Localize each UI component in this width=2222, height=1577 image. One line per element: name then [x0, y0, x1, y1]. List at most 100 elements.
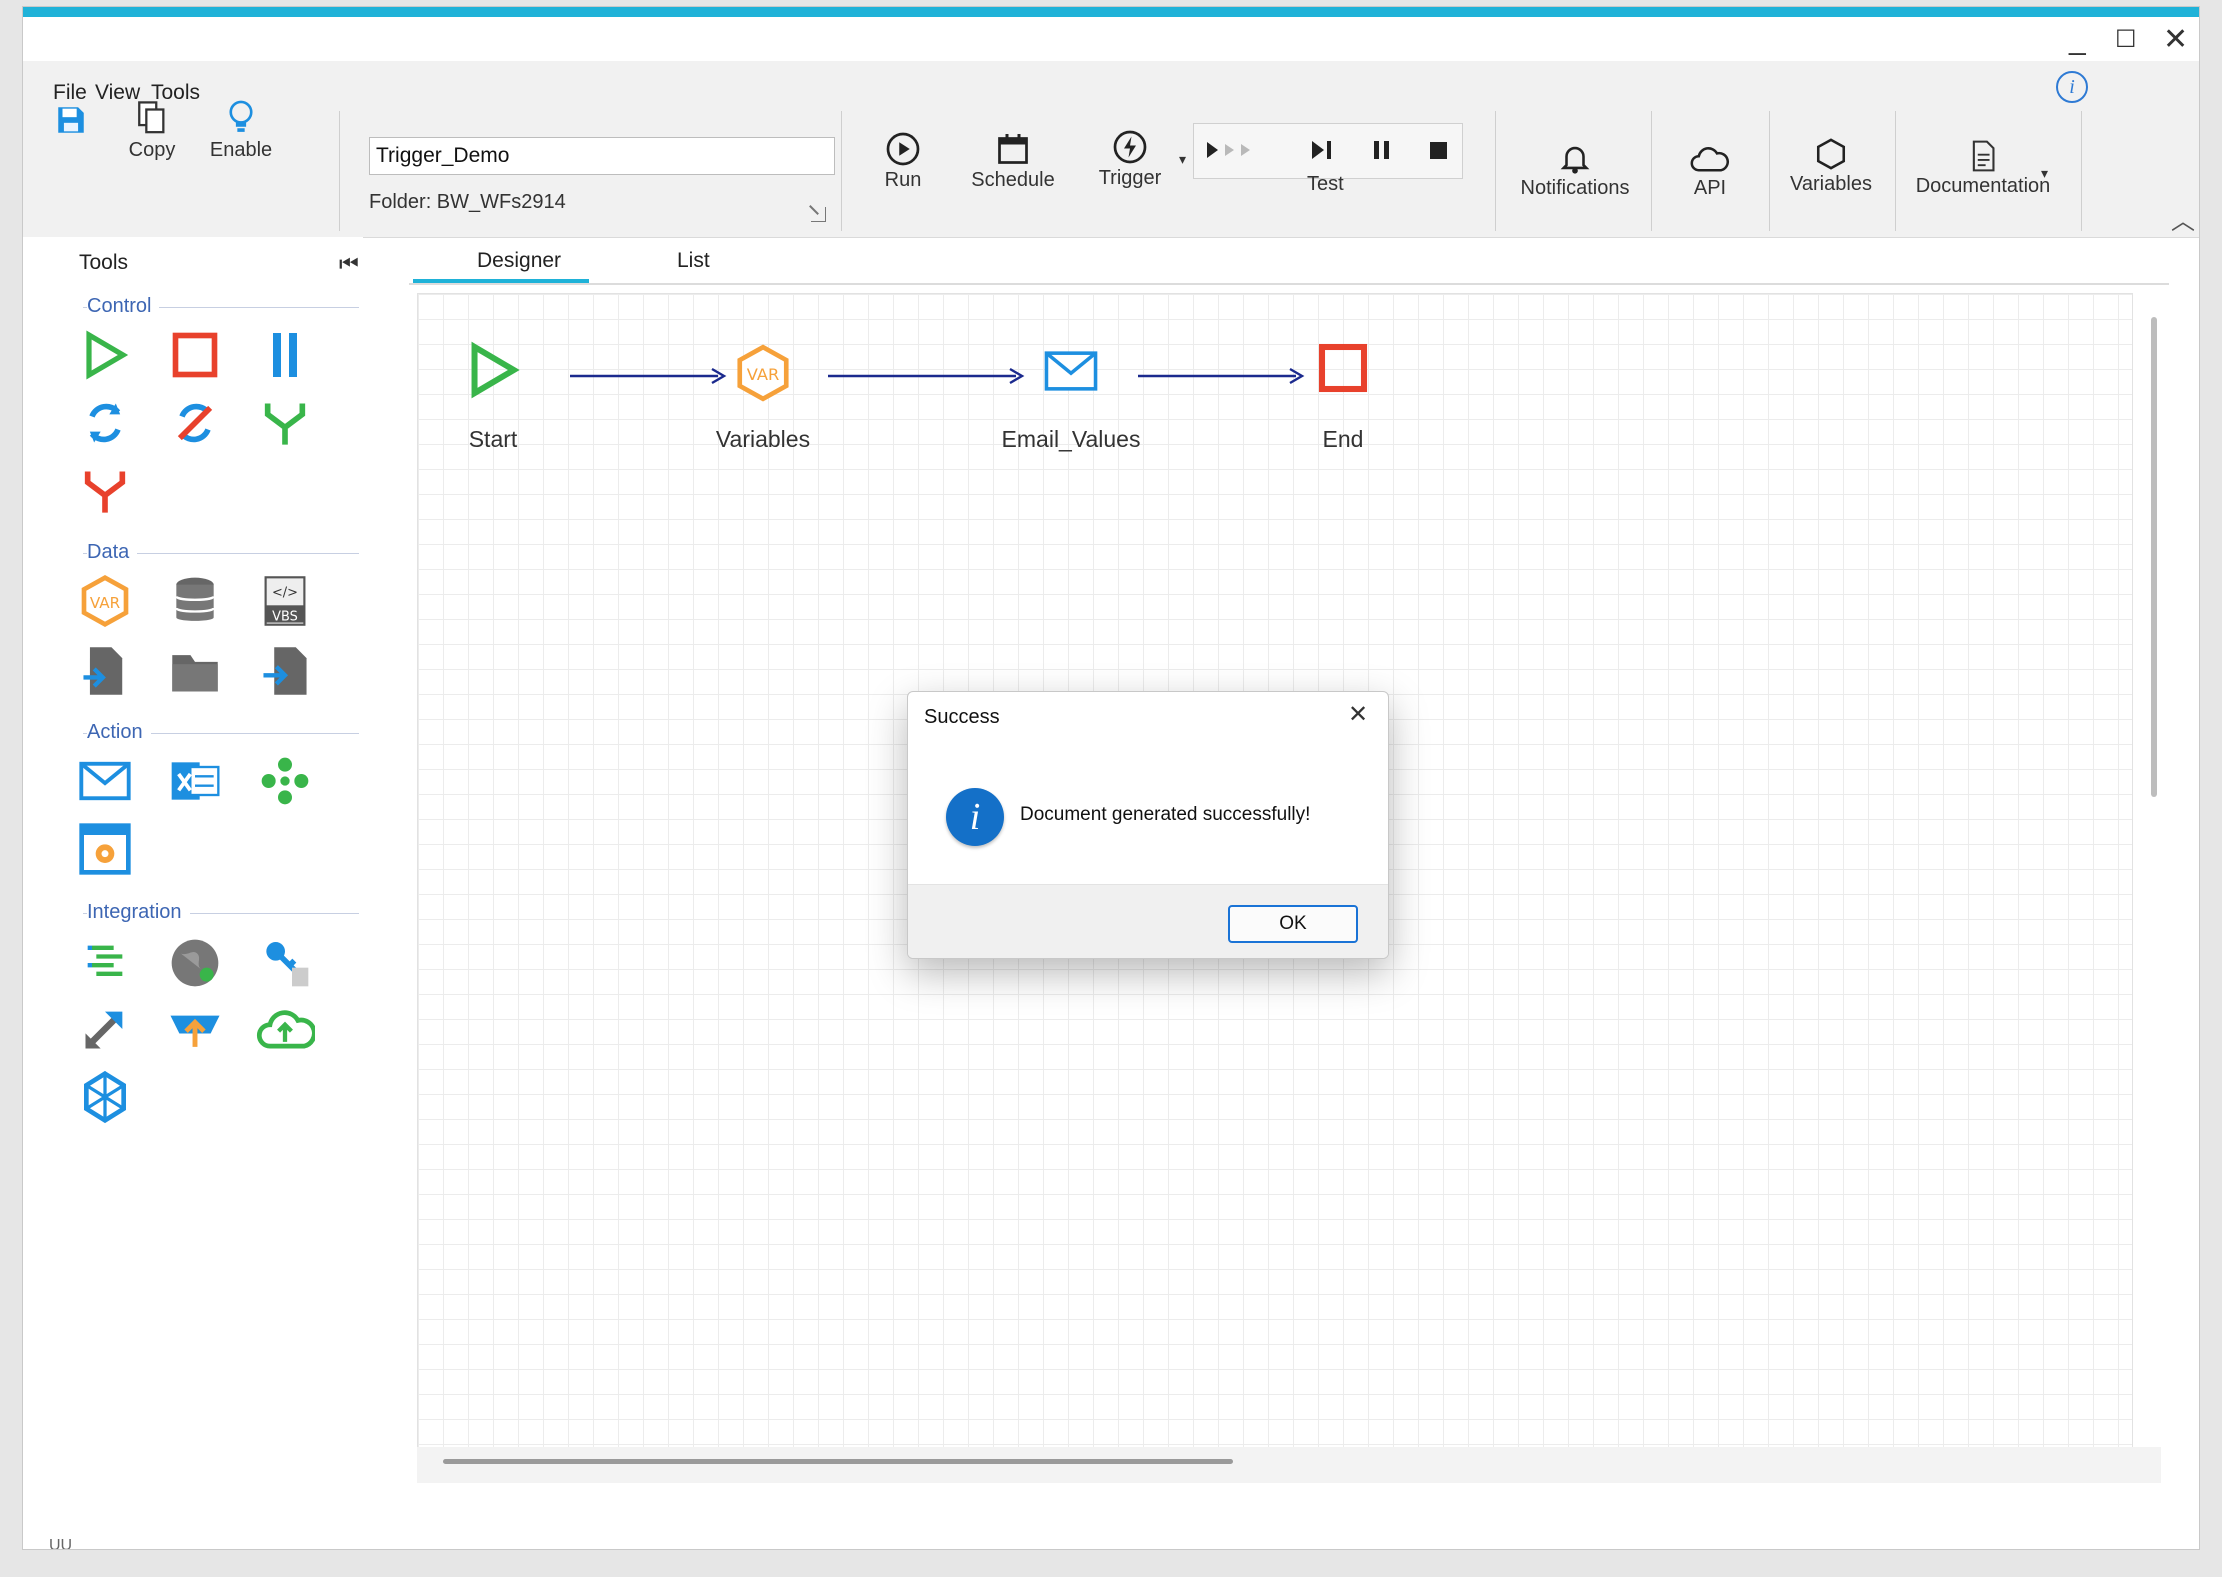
info-icon[interactable]: i	[2056, 71, 2088, 103]
share-icon[interactable]	[75, 999, 135, 1059]
file-import-icon[interactable]	[255, 641, 315, 701]
run-label: Run	[884, 169, 922, 191]
schedule-button[interactable]: Schedule	[963, 131, 1063, 192]
collapse-ribbon-icon[interactable]: ︿	[2171, 201, 2195, 236]
trigger-icon	[1113, 130, 1147, 164]
node-label: Start	[468, 426, 518, 452]
variables-label: Variables	[1790, 173, 1872, 195]
collapse-panel-icon[interactable]: ⏮	[339, 251, 359, 277]
email-icon	[1044, 351, 1098, 391]
svg-text:VBS: VBS	[272, 609, 298, 624]
ribbon-separator	[1769, 111, 1770, 231]
documentation-button[interactable]: Documentation	[1903, 139, 2063, 198]
hexagon-icon	[1816, 138, 1846, 170]
documentation-label: Documentation	[1915, 175, 2051, 197]
parallel-icon[interactable]	[255, 325, 315, 385]
start-icon[interactable]	[75, 325, 135, 385]
network-icon[interactable]	[75, 1067, 135, 1127]
workflow-name-input[interactable]: Trigger_Demo	[369, 137, 835, 175]
designer-tabs: Designer List	[409, 243, 2169, 285]
folder-label: Folder: BW_WFs2914	[369, 191, 566, 213]
loop-icon[interactable]	[75, 393, 135, 453]
api-key-icon[interactable]	[255, 933, 315, 993]
merge-icon[interactable]	[255, 393, 315, 453]
close-window-button[interactable]: ✕	[2163, 25, 2188, 55]
nodes-icon[interactable]	[255, 751, 315, 811]
dialog-footer: OK	[908, 884, 1388, 958]
ribbon-separator	[2081, 111, 2082, 231]
flow-arrow	[828, 367, 1025, 385]
stop-icon[interactable]	[165, 325, 225, 385]
variables-icon[interactable]: VAR	[75, 571, 135, 631]
process-icon[interactable]	[75, 819, 135, 879]
workflow-node-end[interactable]: End	[1308, 340, 1378, 452]
minimize-button[interactable]: _	[2069, 25, 2086, 55]
copy-icon	[138, 101, 165, 134]
bell-icon	[1560, 146, 1590, 174]
documentation-dropdown-icon[interactable]: ▾	[2041, 165, 2048, 182]
step-all-icon[interactable]	[1203, 135, 1273, 165]
excel-icon[interactable]	[165, 751, 225, 811]
workflow-node-start[interactable]: Start	[458, 340, 528, 452]
workflow-node-variables[interactable]: VAR Variables	[716, 340, 810, 452]
tab-list[interactable]: List	[677, 249, 710, 273]
run-icon	[886, 132, 920, 166]
calendar-icon	[998, 134, 1028, 164]
variables-button[interactable]: Variables	[1781, 137, 1881, 196]
dialog-launcher-icon[interactable]	[811, 207, 826, 222]
notifications-button[interactable]: Notifications	[1507, 141, 1643, 200]
upload-icon[interactable]	[165, 999, 225, 1059]
file-transform-icon[interactable]	[75, 641, 135, 701]
run-button[interactable]: Run	[873, 131, 933, 192]
dialog-message: Document generated successfully!	[1020, 804, 1311, 825]
enable-button[interactable]: Enable	[201, 99, 281, 162]
trigger-button[interactable]: Trigger	[1085, 129, 1175, 190]
maximize-button[interactable]: ☐	[2115, 25, 2137, 55]
list-icon[interactable]	[75, 933, 135, 993]
cloud-api-icon	[1690, 147, 1730, 172]
trigger-dropdown-icon[interactable]: ▾	[1179, 151, 1186, 168]
dialog-title: Success	[924, 706, 1000, 728]
save-button[interactable]	[51, 103, 91, 137]
api-button[interactable]: API	[1675, 143, 1745, 200]
app-window: _ ☐ ✕ File View Tools i Copy Enable Trig…	[22, 6, 2200, 1550]
stop-test-icon[interactable]	[1427, 139, 1451, 163]
svg-text:</>: </>	[272, 586, 298, 601]
ribbon-separator	[1495, 111, 1496, 231]
email-icon[interactable]	[75, 751, 135, 811]
split-icon[interactable]	[75, 461, 135, 521]
save-icon	[58, 107, 84, 133]
ribbon-separator	[1651, 111, 1652, 231]
section-control: Control	[87, 295, 160, 318]
node-label: Email_Values	[1001, 426, 1141, 452]
step-icon[interactable]	[1309, 137, 1339, 163]
vertical-scrollbar[interactable]	[2151, 317, 2157, 797]
tab-designer[interactable]: Designer	[477, 249, 561, 273]
stop-icon	[1318, 343, 1368, 393]
database-icon[interactable]	[165, 571, 225, 631]
dialog-close-icon[interactable]: ✕	[1348, 700, 1368, 729]
enable-label: Enable	[209, 139, 273, 161]
schedule-label: Schedule	[971, 169, 1055, 191]
active-tab-indicator	[413, 279, 589, 283]
cloud-icon[interactable]	[255, 999, 315, 1059]
start-icon	[471, 341, 520, 399]
node-label: End	[1322, 426, 1364, 452]
lightbulb-icon	[229, 100, 253, 132]
horizontal-scrollbar[interactable]	[443, 1459, 1233, 1464]
tools-panel-title: Tools	[79, 251, 129, 274]
copy-button[interactable]: Copy	[117, 99, 187, 162]
vbscript-icon[interactable]: </> VBS	[255, 571, 315, 631]
ribbon-toolbar: File View Tools i Copy Enable Trigger_De…	[23, 61, 2199, 238]
pause-icon[interactable]	[1369, 137, 1395, 163]
ok-button[interactable]: OK	[1228, 905, 1358, 943]
api-label: API	[1693, 177, 1727, 199]
web-icon[interactable]	[165, 933, 225, 993]
folder-icon[interactable]	[165, 641, 225, 701]
ribbon-separator	[1895, 111, 1896, 231]
section-integration: Integration	[87, 901, 190, 924]
loop-break-icon[interactable]	[165, 393, 225, 453]
menu-file[interactable]: File	[53, 81, 87, 105]
workflow-node-email-values[interactable]: Email_Values	[1002, 340, 1140, 452]
section-data: Data	[87, 541, 138, 564]
